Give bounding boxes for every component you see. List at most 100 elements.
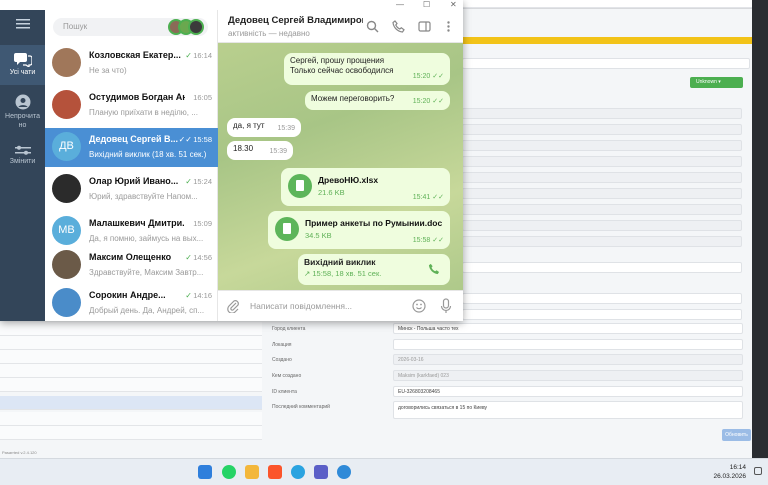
crm-left-row[interactable] xyxy=(0,378,262,392)
crm-field[interactable] xyxy=(462,236,742,247)
message-composer[interactable]: Написати повідомлення... xyxy=(218,290,463,321)
crm-field[interactable] xyxy=(462,58,750,69)
crm-field[interactable] xyxy=(462,172,742,183)
chat-item[interactable]: Остудимов Богдан Ан... 16:05 Планую приї… xyxy=(45,86,218,125)
crm-field[interactable] xyxy=(462,204,742,215)
crm-left-row-selected[interactable] xyxy=(0,396,262,410)
chat-preview: Вихідний виклик (18 хв. 51 сек.) xyxy=(89,150,207,159)
composer-placeholder[interactable]: Написати повідомлення... xyxy=(250,301,352,311)
chat-item[interactable]: Сорокин Андре... ✓ 14:16 Добрый день. Да… xyxy=(45,284,218,321)
emoji-icon[interactable] xyxy=(412,299,426,313)
crm-yellow-bar xyxy=(462,37,752,44)
call-back-icon[interactable] xyxy=(428,263,440,275)
chat-list-panel: Пошук Козловская Екатер... ✓ 16:14 Не за… xyxy=(45,10,218,321)
created-field: 2026-03-16 xyxy=(393,354,743,365)
call-message[interactable]: Вихідний виклик ↗ 15:58, 18 хв. 51 сек. xyxy=(298,254,450,285)
chat-name: Сорокин Андре... xyxy=(89,290,166,300)
conversation-header[interactable]: Дедовец Сергей Владимиров... активність … xyxy=(218,10,463,43)
chat-name: Козловская Екатер... xyxy=(89,50,181,60)
avatar xyxy=(52,288,81,317)
avatar xyxy=(52,250,81,279)
message-out[interactable]: Сергей, прошу прощения Только сейчас осв… xyxy=(284,53,450,85)
client-id-field[interactable]: EU-326803208465 xyxy=(393,386,743,397)
file-explorer-icon[interactable] xyxy=(245,465,259,479)
search-input[interactable]: Пошук xyxy=(53,18,208,36)
chat-item[interactable]: Козловская Екатер... ✓ 16:14 Не за что) xyxy=(45,44,218,83)
crm-field[interactable] xyxy=(462,293,742,304)
sidebar-toggle-icon[interactable] xyxy=(418,20,431,33)
folder-edit[interactable]: Змінити xyxy=(0,144,45,174)
minimize-button[interactable]: — xyxy=(396,0,404,9)
field-label: Кем создано xyxy=(272,373,302,379)
stories-avatars[interactable] xyxy=(168,19,204,35)
crm-header-divider xyxy=(462,8,768,9)
conversation-title[interactable]: Дедовец Сергей Владимиров... xyxy=(228,15,363,26)
notification-icon[interactable] xyxy=(754,467,762,475)
crm-left-row[interactable] xyxy=(0,364,262,378)
chat-item-selected[interactable]: ДВ Дедовец Сергей В... ✓✓ 15:58 Вихідний… xyxy=(45,128,218,167)
menu-button[interactable] xyxy=(0,18,45,38)
whatsapp-icon[interactable] xyxy=(222,465,236,479)
call-title: Вихідний виклик xyxy=(304,257,376,267)
crm-field[interactable] xyxy=(462,156,742,167)
crm-field[interactable] xyxy=(462,140,742,151)
more-icon[interactable] xyxy=(442,20,455,33)
message-in[interactable]: да, я тут 15:39 xyxy=(227,118,301,137)
crm-field[interactable] xyxy=(462,108,742,119)
read-check-icon: ✓ xyxy=(185,177,192,186)
story-avatar[interactable] xyxy=(188,19,204,35)
file-message[interactable]: Пример анкеты по Румынии.doc 34.5 KB 15:… xyxy=(268,211,450,249)
close-button[interactable]: ✕ xyxy=(450,0,457,9)
file-icon[interactable] xyxy=(288,174,312,198)
start-icon[interactable] xyxy=(198,465,212,479)
folder-all-chats[interactable]: Усі чати xyxy=(0,45,45,85)
location-field[interactable] xyxy=(393,339,743,350)
field-label: Последний комментарий xyxy=(272,404,330,410)
folder-unread[interactable]: Непрочитано xyxy=(0,90,45,136)
message-out[interactable]: Можем переговорить? 15:20 ✓✓ xyxy=(305,91,450,110)
taskbar-clock[interactable]: 16:14 26.03.2026 xyxy=(713,463,746,481)
chat-time: 15:09 xyxy=(193,219,212,228)
crm-field[interactable] xyxy=(462,188,742,199)
message-text: Сергей, прошу прощения xyxy=(290,56,385,65)
update-button[interactable]: Обновить xyxy=(722,429,751,441)
read-check-icon: ✓✓ xyxy=(178,135,192,144)
microphone-icon[interactable] xyxy=(440,298,452,314)
crm-left-row[interactable] xyxy=(0,336,262,350)
chat-time: 15:58 xyxy=(193,135,212,144)
teams-icon[interactable] xyxy=(314,465,328,479)
attach-icon[interactable] xyxy=(226,299,240,313)
folder-label: Змінити xyxy=(9,158,36,165)
chat-app-icon[interactable] xyxy=(337,465,351,479)
crm-left-row[interactable] xyxy=(0,426,262,440)
chats-icon xyxy=(13,53,32,67)
crm-field[interactable] xyxy=(462,220,742,231)
read-check-icon: ✓ xyxy=(185,291,192,300)
telegram-icon[interactable] xyxy=(291,465,305,479)
chat-preview: Да, я помню, займусь на вых... xyxy=(89,234,204,243)
avatar xyxy=(52,174,81,203)
last-comment-field[interactable]: договорились связаться в 15 по Киеву xyxy=(393,401,743,419)
message-in[interactable]: 18.30 15:39 xyxy=(227,141,293,160)
crm-left-row[interactable] xyxy=(0,412,262,426)
city-field[interactable]: Минск - Польша часто тех xyxy=(393,323,743,334)
message-area[interactable]: Сергей, прошу прощения Только сейчас осв… xyxy=(218,43,463,290)
crm-field[interactable] xyxy=(462,262,742,273)
crm-left-row[interactable] xyxy=(0,350,262,364)
brave-icon[interactable] xyxy=(268,465,282,479)
crm-left-row[interactable] xyxy=(0,322,262,336)
maximize-button[interactable]: ☐ xyxy=(423,0,430,9)
crm-field[interactable] xyxy=(462,309,742,320)
crm-field[interactable] xyxy=(462,124,742,135)
file-message[interactable]: ДревоНЮ.xlsx 21.6 KB 15:41 ✓✓ xyxy=(281,168,450,206)
chat-item[interactable]: Максим Олещенко ✓ 14:56 Здравствуйте, Ма… xyxy=(45,246,218,285)
file-icon[interactable] xyxy=(275,217,299,241)
phone-icon[interactable] xyxy=(392,20,405,33)
file-name: ДревоНЮ.xlsx xyxy=(318,175,379,185)
chat-item[interactable]: Олар Юрий Ивано... ✓ 15:24 Юрий, здравст… xyxy=(45,170,218,209)
crm-right-scroll-area[interactable] xyxy=(752,0,768,458)
telegram-window: — ☐ ✕ Усі чати Непрочитано Змінити Пошук xyxy=(0,0,463,321)
unknown-status-button[interactable]: Unknown ▾ xyxy=(690,77,743,88)
avatar xyxy=(52,90,81,119)
search-icon[interactable] xyxy=(366,20,379,33)
